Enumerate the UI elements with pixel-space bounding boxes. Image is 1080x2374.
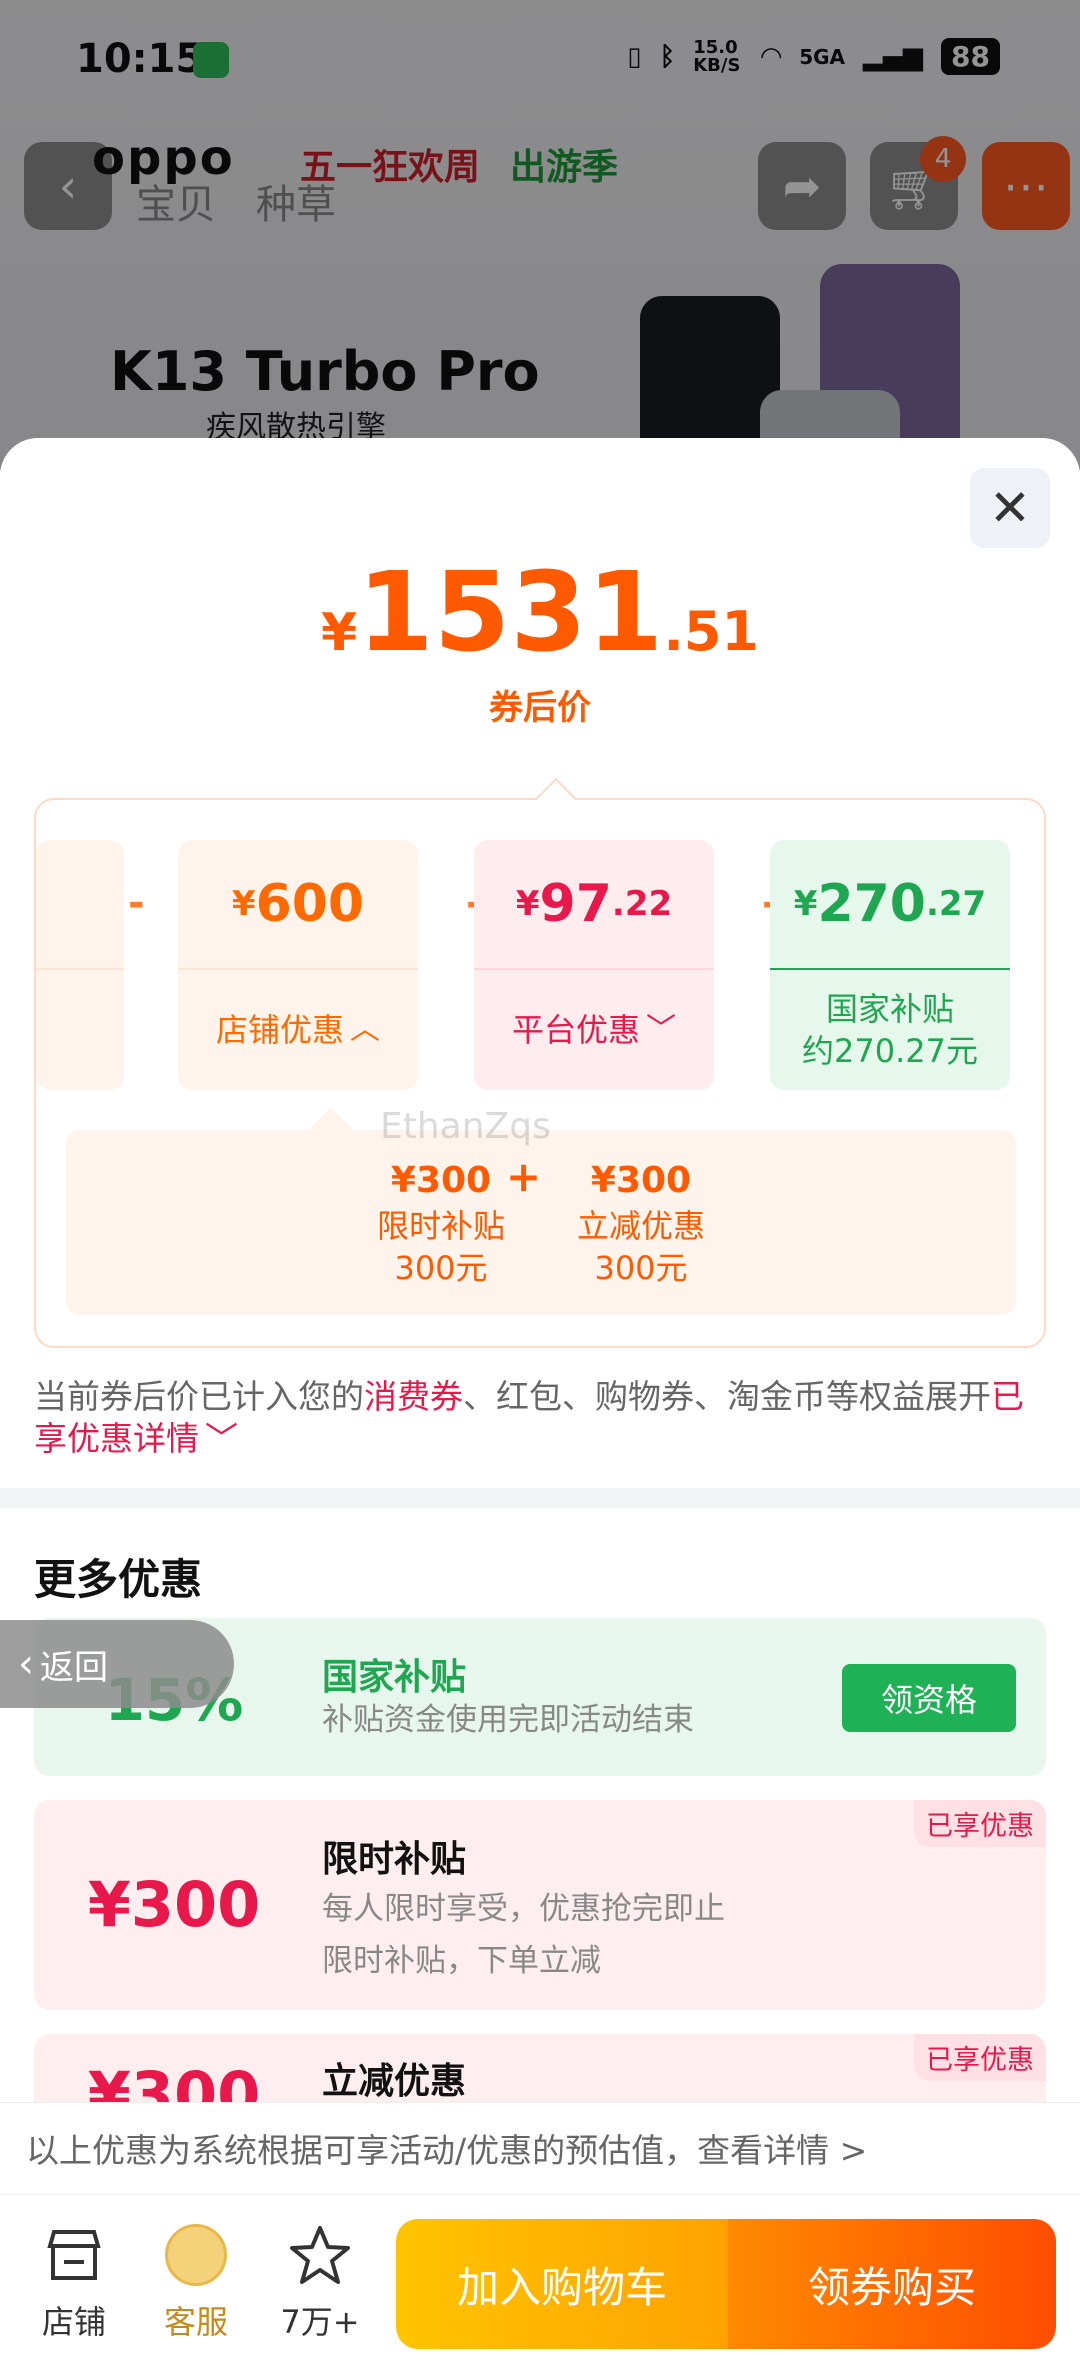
close-icon: ✕ <box>989 479 1031 537</box>
favorite-count: 7万+ <box>280 2303 360 2341</box>
claim-qualification-button[interactable]: 领资格 <box>842 1664 1016 1732</box>
consumption-coupon-link[interactable]: 消费券 <box>364 1377 463 1416</box>
add-to-cart-button[interactable]: 加入购物车 <box>396 2219 728 2349</box>
promo-desc-1: 每人限时享受，优惠抢完即止 <box>322 1891 725 1927</box>
limited-subsidy-label: 限时补贴 300元 <box>376 1207 505 1287</box>
price-decimal: .51 <box>663 600 759 663</box>
instant-discount-label: 立减优惠 300元 <box>576 1207 705 1287</box>
buy-with-coupon-button[interactable]: 领券购买 <box>728 2219 1056 2349</box>
instant-discount-value: ¥300 <box>590 1160 692 1201</box>
final-price: ¥1531.51 <box>0 548 1080 676</box>
back-label: 返回 <box>40 1647 108 1688</box>
platform-discount-amount: 97 <box>539 874 612 934</box>
more-offers-title: 更多优惠 <box>34 1555 203 1604</box>
price-note: 当前券后价已计入您的消费券、红包、购物券、淘金币等权益展开已享优惠详情 ﹀ <box>34 1377 1024 1458</box>
service-avatar-icon <box>164 2223 228 2287</box>
discount-cards: - ¥600 店铺优惠 ︿ - ¥97.22 平台优惠 ﹀ <box>36 840 1016 1090</box>
chevron-left-icon: ‹ <box>18 1641 34 1687</box>
favorite-button[interactable]: 7万+ <box>260 2223 380 2343</box>
minus-sign: - <box>128 880 145 926</box>
store-icon <box>42 2223 106 2287</box>
price-label: 券后价 <box>489 688 591 728</box>
platform-discount-card[interactable]: ¥97.22 平台优惠 ﹀ <box>474 840 714 1090</box>
discount-sheet: ✕ ¥1531.51 券后价 - ¥600 店铺优惠 ︿ - <box>0 438 1080 2374</box>
store-discount-card[interactable]: ¥600 店铺优惠 ︿ <box>178 840 418 1090</box>
limited-subsidy-promo: ¥300 限时补贴 每人限时享受，优惠抢完即止 限时补贴，下单立减 已享优惠 <box>34 1800 1046 2010</box>
store-button[interactable]: 店铺 <box>14 2223 134 2343</box>
price-integer: 1531 <box>357 548 664 676</box>
store-discount-amount: 600 <box>255 874 365 934</box>
chevron-down-icon: ﹀ <box>646 1012 676 1047</box>
promo-desc: 补贴资金使用完即活动结束 <box>322 1702 694 1738</box>
dim-overlay[interactable] <box>0 0 1080 470</box>
service-label: 客服 <box>163 2303 228 2341</box>
chevron-down-icon[interactable]: ﹀ <box>205 1419 238 1458</box>
promo-title: 立减优惠 <box>322 2061 467 2102</box>
promo-desc-2: 限时补贴，下单立减 <box>322 1943 601 1979</box>
watermark: EthanZqs <box>380 1106 551 1147</box>
promo-amount: ¥300 <box>87 2058 261 2102</box>
store-discount-label: 店铺优惠 <box>215 1011 344 1049</box>
previous-card[interactable] <box>36 840 124 1090</box>
floating-back-button[interactable]: ‹ 返回 <box>0 1620 234 1708</box>
service-button[interactable]: 客服 <box>136 2223 256 2343</box>
estimate-note[interactable]: 以上优惠为系统根据可享活动/优惠的预估值，查看详情 > <box>0 2102 1080 2192</box>
instant-discount-item: ¥300 立减优惠 300元 <box>546 1160 736 1289</box>
platform-discount-label: 平台优惠 <box>511 1011 640 1049</box>
instant-discount-promo: ¥300 立减优惠 已享优惠 <box>34 2034 1046 2102</box>
store-label: 店铺 <box>41 2303 106 2341</box>
claimed-badge: 已享优惠 <box>914 1800 1046 1847</box>
plus-sign: + <box>506 1152 542 1201</box>
claimed-badge: 已享优惠 <box>914 2034 1046 2081</box>
star-icon <box>288 2223 352 2287</box>
section-divider <box>0 1488 1080 1508</box>
close-button[interactable]: ✕ <box>970 468 1050 548</box>
national-subsidy-label: 国家补贴 约270.27元 <box>802 990 978 1070</box>
product-page-background: 10:15 ▯ ᛒ 15.0 KB/S ◠ 5GA ▂▄▆ 88 ‹ oppo … <box>0 0 1080 470</box>
promo-amount: ¥300 <box>87 1868 261 1941</box>
price-currency: ¥ <box>320 603 358 663</box>
chevron-up-icon: ︿ <box>350 1012 380 1047</box>
national-subsidy-card[interactable]: ¥270.27 国家补贴 约270.27元 <box>770 840 1010 1090</box>
promo-title: 国家补贴 <box>322 1657 467 1698</box>
national-subsidy-amount: 270 <box>817 874 926 934</box>
bottom-action-bar: 店铺 客服 7万+ 加入购物车 领券购买 <box>0 2194 1080 2374</box>
store-discount-detail: ¥300 限时补贴 300元 + ¥300 立减优惠 300元 <box>66 1107 1016 1315</box>
promo-title: 限时补贴 <box>322 1839 467 1880</box>
price-breakdown: - ¥600 店铺优惠 ︿ - ¥97.22 平台优惠 ﹀ <box>34 777 1046 1348</box>
